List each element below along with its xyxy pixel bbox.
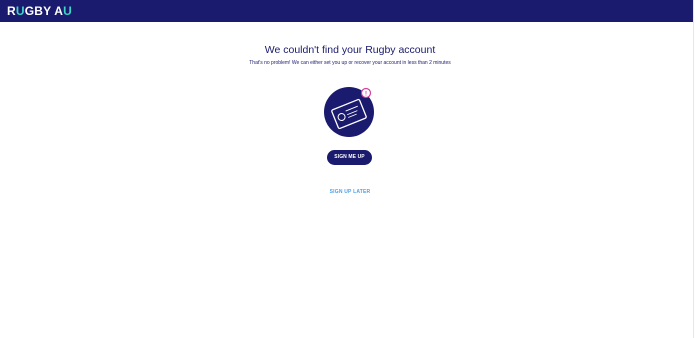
account-card-icon: ! — [324, 87, 374, 137]
sign-me-up-button[interactable]: SIGN ME UP — [327, 150, 372, 165]
logo-text-gby-a: GBY A — [24, 4, 64, 18]
logo-text-r: R — [7, 4, 16, 18]
rugby-au-logo[interactable]: RUGBY AU — [7, 4, 72, 18]
page-title: We couldn't find your Rugby account — [264, 44, 436, 56]
account-card-illustration: ! — [323, 86, 375, 138]
alert-badge-icon: ! — [365, 92, 367, 98]
page-subtitle: That's no problem! We can either set you… — [249, 60, 451, 66]
sign-up-later-link[interactable]: SIGN UP LATER — [0, 189, 700, 195]
logo-text-accent-u2: U — [63, 4, 72, 18]
logo-text-accent-u: U — [15, 4, 25, 18]
top-navigation-bar: RUGBY AU — [0, 0, 693, 22]
